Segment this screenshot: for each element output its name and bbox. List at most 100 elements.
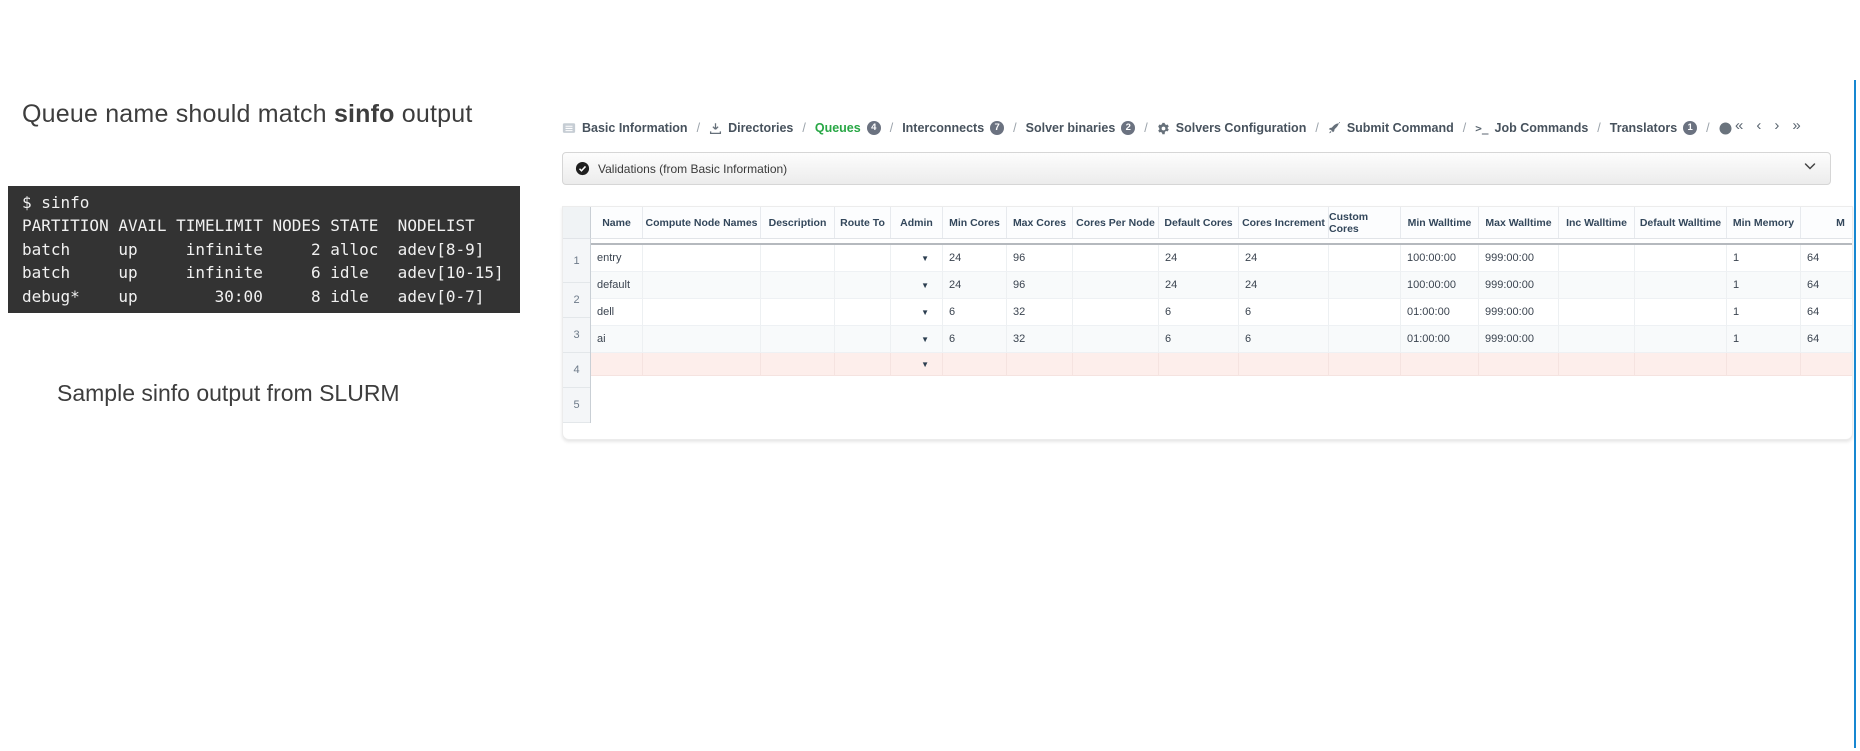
cell-route-to[interactable]: [835, 326, 891, 353]
cell-min-memory[interactable]: 1: [1727, 299, 1801, 326]
cell-inc-walltime[interactable]: [1559, 299, 1635, 326]
cell-cores-per-node[interactable]: [1073, 326, 1159, 353]
cell-name[interactable]: ai: [591, 326, 643, 353]
cell-m[interactable]: [1801, 353, 1852, 376]
cell-custom-cores[interactable]: [1329, 272, 1401, 299]
cell-min-cores[interactable]: 24: [943, 245, 1007, 272]
cell-route-to[interactable]: [835, 353, 891, 376]
column-header-inc-walltime[interactable]: Inc Walltime: [1559, 207, 1635, 238]
cell-compute-node-names[interactable]: [643, 326, 761, 353]
breadcrumb-item-server-rou[interactable]: Server Rou: [1719, 121, 1732, 135]
cell-custom-cores[interactable]: [1329, 353, 1401, 376]
chevron-down-icon[interactable]: [1802, 158, 1818, 179]
cell-max-cores[interactable]: 32: [1007, 326, 1073, 353]
column-header-cores-per-node[interactable]: Cores Per Node: [1073, 207, 1159, 238]
cell-min-walltime[interactable]: 100:00:00: [1401, 245, 1479, 272]
breadcrumb-item-queues[interactable]: Queues 4: [815, 121, 881, 135]
column-header-description[interactable]: Description: [761, 207, 835, 238]
cell-inc-walltime[interactable]: [1559, 326, 1635, 353]
validations-toggle[interactable]: Validations (from Basic Information): [562, 152, 1831, 185]
cell-compute-node-names[interactable]: [643, 353, 761, 376]
pager-last-button[interactable]: »: [1792, 117, 1800, 134]
cell-min-cores[interactable]: 24: [943, 272, 1007, 299]
cell-inc-walltime[interactable]: [1559, 245, 1635, 272]
cell-m[interactable]: 64: [1801, 245, 1852, 272]
cell-cores-increment[interactable]: 6: [1239, 299, 1329, 326]
column-header-m[interactable]: M: [1801, 207, 1852, 238]
cell-custom-cores[interactable]: [1329, 245, 1401, 272]
cell-min-memory[interactable]: 1: [1727, 326, 1801, 353]
cell-compute-node-names[interactable]: [643, 299, 761, 326]
cell-description[interactable]: [761, 245, 835, 272]
row-number[interactable]: 1: [563, 239, 590, 283]
cell-description[interactable]: [761, 326, 835, 353]
column-header-custom-cores[interactable]: Custom Cores: [1329, 207, 1401, 238]
column-header-min-cores[interactable]: Min Cores: [943, 207, 1007, 238]
pager-previous-button[interactable]: ‹: [1756, 117, 1761, 134]
cell-max-walltime[interactable]: 999:00:00: [1479, 272, 1559, 299]
column-header-min-memory[interactable]: Min Memory: [1727, 207, 1801, 238]
cell-name[interactable]: [591, 353, 643, 376]
cell-min-cores[interactable]: 6: [943, 326, 1007, 353]
breadcrumb-item-solvers-configuration[interactable]: Solvers Configuration: [1157, 121, 1306, 135]
cell-cores-increment[interactable]: [1239, 353, 1329, 376]
cell-min-walltime[interactable]: [1401, 353, 1479, 376]
cell-cores-increment[interactable]: 24: [1239, 272, 1329, 299]
cell-m[interactable]: 64: [1801, 299, 1852, 326]
cell-max-cores[interactable]: 32: [1007, 299, 1073, 326]
cell-route-to[interactable]: [835, 245, 891, 272]
column-header-cores-increment[interactable]: Cores Increment: [1239, 207, 1329, 238]
cell-cores-per-node[interactable]: [1073, 299, 1159, 326]
cell-max-walltime[interactable]: 999:00:00: [1479, 245, 1559, 272]
column-header-max-cores[interactable]: Max Cores: [1007, 207, 1073, 238]
row-number[interactable]: 5: [563, 388, 590, 423]
cell-description[interactable]: [761, 353, 835, 376]
breadcrumb-item-submit-command[interactable]: Submit Command: [1328, 121, 1454, 135]
cell-default-cores[interactable]: 24: [1159, 245, 1239, 272]
column-header-default-cores[interactable]: Default Cores: [1159, 207, 1239, 238]
pager-first-button[interactable]: «: [1735, 117, 1743, 134]
column-header-default-walltime[interactable]: Default Walltime: [1635, 207, 1727, 238]
cell-name[interactable]: dell: [591, 299, 643, 326]
cell-min-cores[interactable]: 6: [943, 299, 1007, 326]
row-number[interactable]: 2: [563, 283, 590, 318]
pager-next-button[interactable]: ›: [1774, 117, 1779, 134]
admin-dropdown-arrow[interactable]: ▼: [891, 353, 943, 376]
column-header-min-walltime[interactable]: Min Walltime: [1401, 207, 1479, 238]
breadcrumb-item-job-commands[interactable]: >_ Job Commands: [1475, 121, 1588, 135]
row-number[interactable]: 4: [563, 353, 590, 388]
column-header-compute-node-names[interactable]: Compute Node Names: [643, 207, 761, 238]
cell-route-to[interactable]: [835, 272, 891, 299]
breadcrumb-item-directories[interactable]: Directories: [709, 121, 793, 135]
cell-max-walltime[interactable]: 999:00:00: [1479, 299, 1559, 326]
cell-default-cores[interactable]: 6: [1159, 299, 1239, 326]
cell-min-cores[interactable]: [943, 353, 1007, 376]
cell-min-walltime[interactable]: 01:00:00: [1401, 326, 1479, 353]
cell-min-walltime[interactable]: 01:00:00: [1401, 299, 1479, 326]
cell-cores-increment[interactable]: 6: [1239, 326, 1329, 353]
column-header-max-walltime[interactable]: Max Walltime: [1479, 207, 1559, 238]
cell-m[interactable]: 64: [1801, 272, 1852, 299]
column-header-name[interactable]: Name: [591, 207, 643, 238]
admin-dropdown-arrow[interactable]: ▼: [891, 272, 943, 299]
cell-inc-walltime[interactable]: [1559, 353, 1635, 376]
cell-default-cores[interactable]: 6: [1159, 326, 1239, 353]
breadcrumb-item-interconnects[interactable]: Interconnects 7: [902, 121, 1005, 135]
cell-name[interactable]: entry: [591, 245, 643, 272]
cell-inc-walltime[interactable]: [1559, 272, 1635, 299]
cell-min-memory[interactable]: 1: [1727, 245, 1801, 272]
cell-default-walltime[interactable]: [1635, 245, 1727, 272]
cell-min-walltime[interactable]: 100:00:00: [1401, 272, 1479, 299]
cell-default-cores[interactable]: 24: [1159, 272, 1239, 299]
row-number[interactable]: 3: [563, 318, 590, 353]
cell-max-walltime[interactable]: 999:00:00: [1479, 326, 1559, 353]
breadcrumb-item-translators[interactable]: Translators 1: [1610, 121, 1698, 135]
cell-custom-cores[interactable]: [1329, 326, 1401, 353]
admin-dropdown-arrow[interactable]: ▼: [891, 326, 943, 353]
cell-max-cores[interactable]: 96: [1007, 272, 1073, 299]
cell-default-walltime[interactable]: [1635, 353, 1727, 376]
column-header-admin[interactable]: Admin: [891, 207, 943, 238]
cell-route-to[interactable]: [835, 299, 891, 326]
admin-dropdown-arrow[interactable]: ▼: [891, 299, 943, 326]
cell-cores-per-node[interactable]: [1073, 272, 1159, 299]
